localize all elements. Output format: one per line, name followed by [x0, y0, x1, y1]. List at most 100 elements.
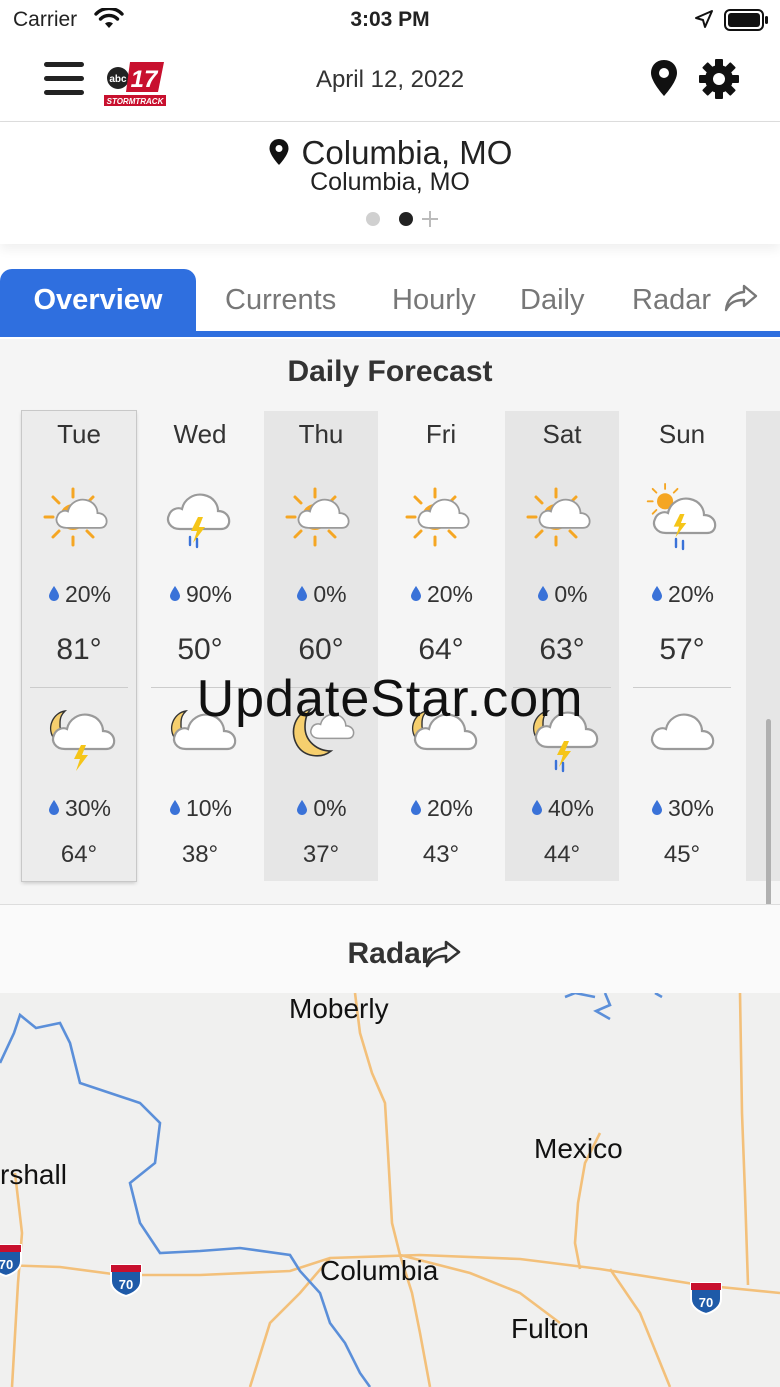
add-location-icon[interactable] — [420, 209, 440, 229]
day-precip: 20% — [384, 581, 498, 608]
watermark: UpdateStar.com — [196, 670, 584, 728]
night-low-temp: 45° — [663, 841, 701, 868]
app-header: abc 17 STORMTRACK April 12, 2022 — [0, 40, 780, 122]
locations-button[interactable] — [648, 58, 680, 103]
day-name: Thu — [298, 419, 344, 449]
raindrop-icon — [531, 800, 542, 816]
tab-hourly[interactable]: Hourly — [392, 269, 476, 331]
day-name: Fri — [425, 419, 457, 449]
forecast-day-fri[interactable]: Fri 20% 64° 20% 43° — [384, 411, 498, 881]
day-name: Wed — [173, 419, 227, 449]
map-city-label: Fulton — [511, 1313, 589, 1344]
partly-sunny-icon — [522, 481, 602, 561]
tab-daily[interactable]: Daily — [520, 269, 584, 331]
sun-thunderstorm-icon — [642, 481, 722, 561]
forecast-day-wed[interactable]: Wed 90% 50° 10% 38° — [143, 411, 257, 881]
raindrop-icon — [651, 586, 662, 602]
svg-text:STORMTRACK: STORMTRACK — [107, 97, 165, 106]
svg-text:70: 70 — [119, 1277, 133, 1292]
night-low-temp: 64° — [60, 841, 98, 868]
forecast-day-next-partial[interactable] — [746, 411, 780, 881]
night-precip: 30% — [22, 795, 136, 822]
location-subtitle: Columbia, MO — [310, 168, 470, 196]
forecast-day-tue[interactable]: Tue 20% 81° 30% 64° — [22, 411, 136, 881]
day-name: Sun — [658, 419, 706, 449]
location-title[interactable]: Columbia, MO — [0, 134, 780, 172]
day-high-temp: 60° — [298, 633, 344, 666]
raindrop-icon — [538, 586, 549, 602]
map-city-label: Moberly — [289, 993, 389, 1024]
radar-section-header[interactable]: Radar — [0, 905, 780, 993]
night-low-temp: 43° — [422, 841, 460, 868]
status-time: 3:03 PM — [350, 8, 430, 31]
day-name: Sat — [542, 419, 582, 449]
raindrop-icon — [651, 800, 662, 816]
raindrop-icon — [169, 586, 180, 602]
day-precip: 0% — [505, 581, 619, 608]
tab-bar: Overview Currents Hourly Daily Radar — [0, 269, 780, 339]
interstate-shield-icon: 70 — [110, 1264, 142, 1297]
night-precip: 40% — [505, 795, 619, 822]
night-precip: 0% — [264, 795, 378, 822]
map-city-label: Mexico — [534, 1133, 623, 1164]
map-pin-icon — [651, 60, 677, 96]
day-high-temp: 63° — [539, 633, 585, 666]
night-precip: 20% — [384, 795, 498, 822]
raindrop-icon — [169, 800, 180, 816]
raindrop-icon — [48, 800, 59, 816]
raindrop-icon — [410, 586, 421, 602]
interstate-shield-icon: 70 — [0, 1244, 22, 1277]
location-services-icon — [695, 10, 713, 28]
day-high-temp: 81° — [56, 633, 102, 666]
scroll-indicator[interactable] — [766, 719, 771, 904]
svg-text:70: 70 — [699, 1295, 713, 1310]
day-precip: 20% — [625, 581, 739, 608]
daily-forecast-panel: Daily Forecast Tue 20% 81° 30% 64° Wed 9… — [0, 339, 780, 905]
forecast-day-thu[interactable]: Thu 0% 60° 0% 37° — [264, 411, 378, 881]
raindrop-icon — [297, 800, 308, 816]
pager-dot-1[interactable] — [366, 212, 380, 226]
raindrop-icon — [297, 586, 308, 602]
day-precip: 90% — [143, 581, 257, 608]
night-low-temp: 44° — [543, 841, 581, 868]
partly-sunny-icon — [401, 481, 481, 561]
radar-map[interactable]: Moberly Mexico rshall Columbia Fulton 70… — [0, 993, 780, 1387]
status-bar: Carrier 3:03 PM — [0, 0, 780, 40]
tab-radar[interactable]: Radar — [632, 269, 759, 331]
share-arrow-icon — [724, 285, 758, 312]
location-panel: Columbia, MO Columbia, MO — [0, 122, 780, 244]
settings-button[interactable] — [698, 58, 740, 105]
day-name: Tue — [57, 419, 101, 449]
partly-sunny-icon — [281, 481, 361, 561]
raindrop-icon — [410, 800, 421, 816]
thunderstorm-rain-icon — [160, 481, 240, 561]
raindrop-icon — [48, 586, 59, 602]
night-precip: 10% — [143, 795, 257, 822]
day-high-temp: 50° — [177, 633, 223, 666]
map-city-label: Columbia — [320, 1255, 439, 1286]
battery-icon — [724, 9, 768, 31]
interstate-shield-icon: 70 — [690, 1282, 722, 1315]
day-precip: 20% — [22, 581, 136, 608]
svg-text:70: 70 — [0, 1257, 13, 1272]
radar-title: Radar — [347, 937, 433, 970]
forecast-day-sun[interactable]: Sun 20% 57° 30% 45° — [625, 411, 739, 881]
day-high-temp: 57° — [659, 633, 705, 666]
map-roads-rivers — [0, 993, 780, 1387]
map-city-label: rshall — [0, 1159, 67, 1190]
location-city: Columbia, MO — [301, 134, 513, 171]
daily-forecast-title: Daily Forecast — [287, 355, 493, 388]
pager-dot-2[interactable] — [399, 212, 413, 226]
partly-sunny-icon — [39, 481, 119, 561]
night-low-temp: 37° — [302, 841, 340, 868]
day-precip: 0% — [264, 581, 378, 608]
tab-overview[interactable]: Overview — [0, 269, 196, 331]
share-arrow-icon — [425, 940, 461, 968]
day-high-temp: 64° — [418, 633, 464, 666]
location-pin-icon — [269, 139, 289, 166]
night-low-temp: 38° — [181, 841, 219, 868]
tab-underline — [0, 331, 780, 337]
tab-currents[interactable]: Currents — [225, 269, 336, 331]
gear-icon — [699, 59, 739, 99]
forecast-day-sat[interactable]: Sat 0% 63° 40% 44° — [505, 411, 619, 881]
